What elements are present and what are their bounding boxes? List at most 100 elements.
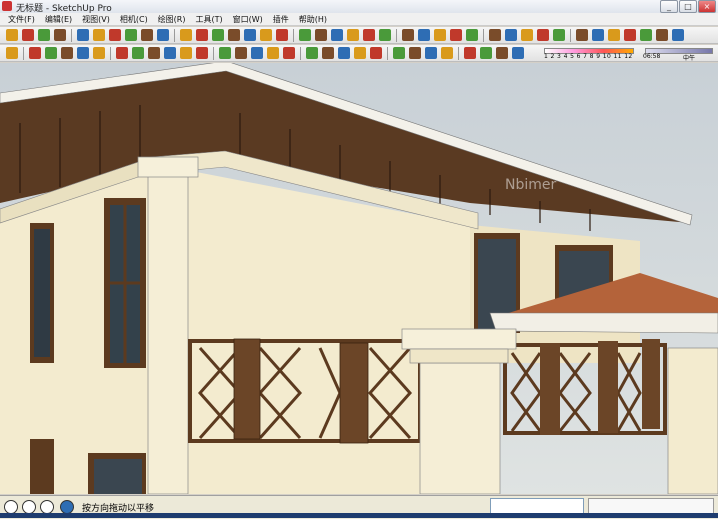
help-icon[interactable] [60, 500, 74, 514]
tool-icon[interactable] [354, 47, 366, 59]
villa-model-render: Nbimer [0, 63, 718, 494]
title-bar: 无标题 - SketchUp Pro _ □ × [0, 0, 718, 14]
tool-icon[interactable] [512, 47, 524, 59]
tool-icon[interactable] [125, 29, 137, 41]
menu-edit[interactable]: 编辑(E) [40, 14, 77, 25]
tool-icon[interactable] [409, 47, 421, 59]
credits-icon[interactable] [22, 500, 36, 514]
menu-help[interactable]: 帮助(H) [294, 14, 332, 25]
tool-icon[interactable] [370, 47, 382, 59]
tool-icon[interactable] [61, 47, 73, 59]
tool-icon[interactable] [93, 29, 105, 41]
menu-file[interactable]: 文件(F) [3, 14, 40, 25]
menu-tools[interactable]: 工具(T) [191, 14, 228, 25]
user-icon[interactable] [40, 500, 54, 514]
tool-icon[interactable] [521, 29, 533, 41]
model-viewport[interactable]: Nbimer [0, 63, 718, 494]
tool-icon[interactable] [251, 47, 263, 59]
tool-icon[interactable] [22, 29, 34, 41]
toolbar-separator [300, 46, 301, 60]
tool-icon[interactable] [338, 47, 350, 59]
tool-icon[interactable] [180, 29, 192, 41]
tool-icon[interactable] [196, 29, 208, 41]
tool-icon[interactable] [322, 47, 334, 59]
tool-icon[interactable] [283, 47, 295, 59]
tool-icon[interactable] [315, 29, 327, 41]
shadow-time-slider[interactable]: 06:58 中午 [643, 46, 715, 62]
tool-icon[interactable] [640, 29, 652, 41]
tool-icon[interactable] [489, 29, 501, 41]
close-button[interactable]: × [698, 0, 716, 13]
tool-icon[interactable] [219, 47, 231, 59]
tool-icon[interactable] [196, 47, 208, 59]
tool-icon[interactable] [29, 47, 41, 59]
tool-icon[interactable] [306, 47, 318, 59]
tool-icon[interactable] [496, 47, 508, 59]
tool-icon[interactable] [418, 29, 430, 41]
tool-icon[interactable] [466, 29, 478, 41]
tool-icon[interactable] [148, 47, 160, 59]
geo-location-icon[interactable] [4, 500, 18, 514]
menu-camera[interactable]: 相机(C) [115, 14, 153, 25]
tool-icon[interactable] [363, 29, 375, 41]
tool-icon[interactable] [6, 29, 18, 41]
tool-icon[interactable] [592, 29, 604, 41]
tool-icon[interactable] [576, 29, 588, 41]
tool-icon[interactable] [260, 29, 272, 41]
tool-icon[interactable] [434, 29, 446, 41]
tool-icon[interactable] [267, 47, 279, 59]
tool-icon[interactable] [141, 29, 153, 41]
tool-icon[interactable] [299, 29, 311, 41]
tool-icon[interactable] [464, 47, 476, 59]
tool-icon[interactable] [331, 29, 343, 41]
tool-icon[interactable] [537, 29, 549, 41]
tool-icon[interactable] [77, 47, 89, 59]
toolbar-separator [71, 28, 72, 42]
tool-icon[interactable] [624, 29, 636, 41]
toolbar-separator [387, 46, 388, 60]
menu-draw[interactable]: 绘图(R) [153, 14, 191, 25]
tool-icon[interactable] [608, 29, 620, 41]
tool-icon[interactable] [54, 29, 66, 41]
maximize-button[interactable]: □ [679, 0, 697, 13]
toolbar-separator [110, 46, 111, 60]
tool-icon[interactable] [228, 29, 240, 41]
tool-icon[interactable] [672, 29, 684, 41]
tool-icon[interactable] [235, 47, 247, 59]
shadow-date-slider[interactable]: 1 2 3 4 5 6 7 8 9 10 11 12 [542, 46, 637, 61]
tool-icon[interactable] [157, 29, 169, 41]
tool-icon[interactable] [244, 29, 256, 41]
minimize-button[interactable]: _ [660, 0, 678, 13]
tool-icon[interactable] [505, 29, 517, 41]
tool-icon[interactable] [132, 47, 144, 59]
tool-icon[interactable] [38, 29, 50, 41]
shadow-time-start: 06:58 [643, 53, 661, 60]
menu-plugins[interactable]: 插件 [268, 14, 294, 25]
menu-view[interactable]: 视图(V) [77, 14, 115, 25]
tool-icon[interactable] [93, 47, 105, 59]
tool-icon[interactable] [180, 47, 192, 59]
tool-icon[interactable] [45, 47, 57, 59]
tool-icon[interactable] [441, 47, 453, 59]
tool-icon[interactable] [109, 29, 121, 41]
tool-icon[interactable] [553, 29, 565, 41]
tool-icon[interactable] [656, 29, 668, 41]
tool-icon[interactable] [77, 29, 89, 41]
tool-icon[interactable] [393, 47, 405, 59]
tool-icon[interactable] [379, 29, 391, 41]
tool-icon[interactable] [276, 29, 288, 41]
main-toolbar [0, 27, 718, 44]
tool-icon[interactable] [212, 29, 224, 41]
tool-icon[interactable] [347, 29, 359, 41]
toolbar-separator [483, 28, 484, 42]
tool-icon[interactable] [116, 47, 128, 59]
tool-icon[interactable] [450, 29, 462, 41]
tool-icon[interactable] [6, 47, 18, 59]
tool-icon[interactable] [402, 29, 414, 41]
viewport-watermark: Nbimer [505, 177, 557, 193]
tool-icon[interactable] [480, 47, 492, 59]
tool-icon[interactable] [425, 47, 437, 59]
toolbar-separator [458, 46, 459, 60]
tool-icon[interactable] [164, 47, 176, 59]
menu-window[interactable]: 窗口(W) [228, 14, 268, 25]
